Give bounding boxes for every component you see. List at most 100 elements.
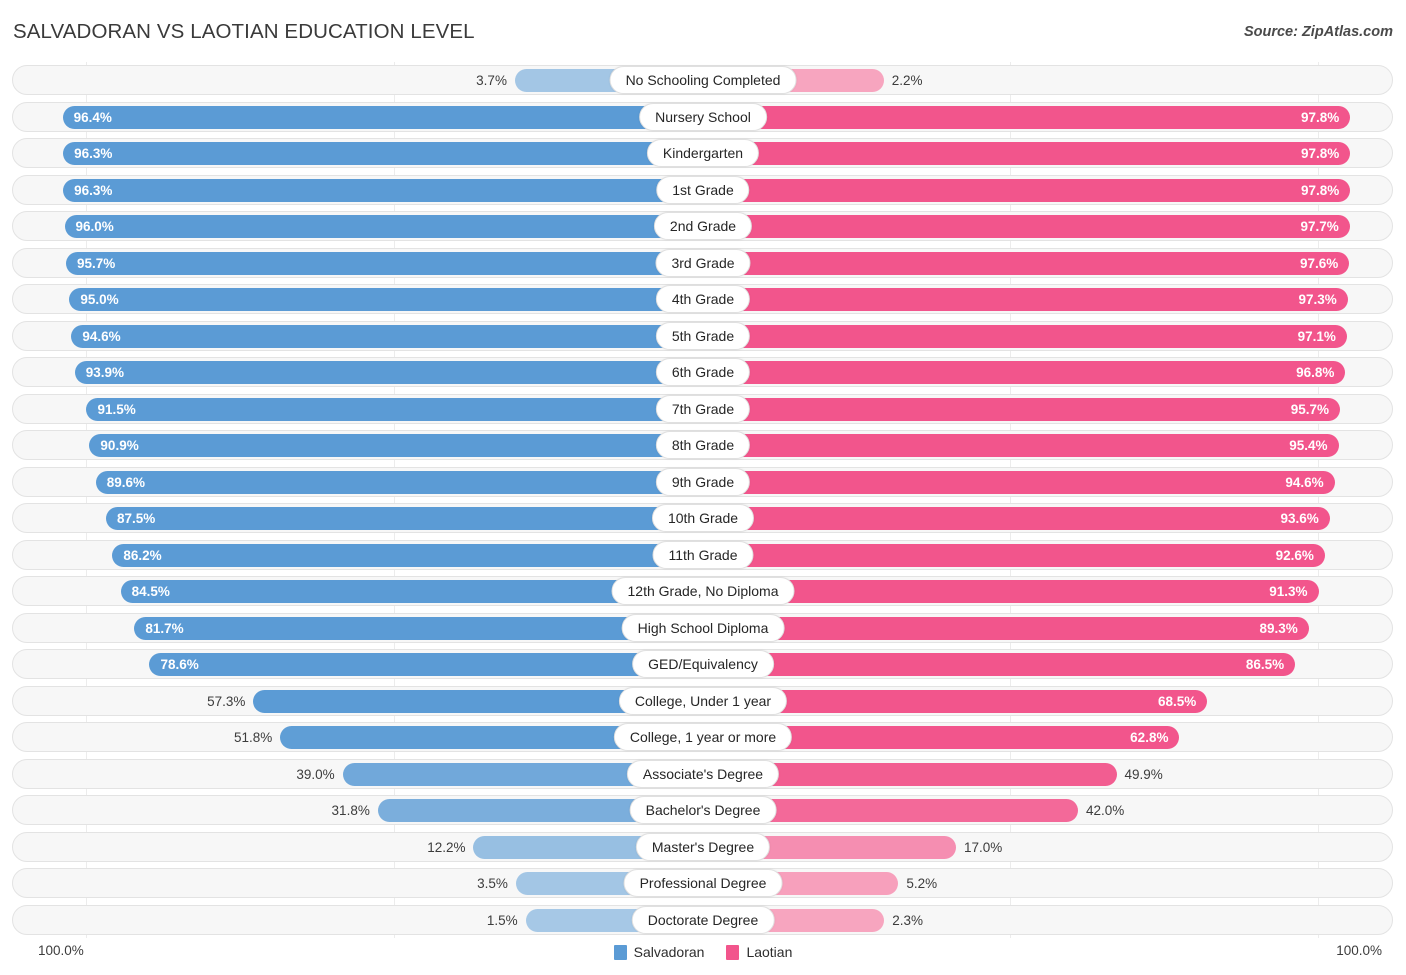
bar-row: 96.3% 97.8% Kindergarten bbox=[0, 135, 1406, 172]
bar-laotian[interactable]: 97.3% bbox=[703, 288, 1348, 311]
category-label[interactable]: 9th Grade bbox=[655, 467, 751, 496]
bar-row: 86.2% 92.6% 11th Grade bbox=[0, 537, 1406, 574]
bar-value-laotian: 2.3% bbox=[892, 912, 923, 928]
bar-value-salvadoran: 91.5% bbox=[97, 401, 136, 417]
bar-row: 51.8% 62.8% College, 1 year or more bbox=[0, 719, 1406, 756]
category-label[interactable]: High School Diploma bbox=[621, 613, 785, 642]
bar-laotian[interactable]: 97.8% bbox=[703, 178, 1351, 202]
category-label[interactable]: 4th Grade bbox=[655, 285, 751, 313]
bar-value-salvadoran: 96.3% bbox=[74, 146, 113, 161]
bar-laotian[interactable]: 95.7% bbox=[703, 397, 1341, 421]
bar-value-laotian: 49.9% bbox=[1124, 766, 1163, 782]
bar-row: 90.9% 95.4% 8th Grade bbox=[0, 427, 1406, 464]
category-label[interactable]: 5th Grade bbox=[655, 321, 751, 350]
category-label[interactable]: 10th Grade bbox=[651, 504, 755, 532]
legend-label-laotian: Laotian bbox=[746, 944, 793, 960]
bar-value-laotian: 97.3% bbox=[1298, 292, 1337, 307]
category-label[interactable]: 7th Grade bbox=[655, 394, 751, 423]
bar-value-salvadoran: 51.8% bbox=[233, 730, 273, 745]
bar-value-laotian: 68.5% bbox=[1157, 693, 1197, 709]
bar-laotian[interactable]: 86.5% bbox=[703, 653, 1296, 676]
bar-salvadoran[interactable]: 86.2% bbox=[112, 543, 703, 567]
bar-laotian[interactable]: 97.6% bbox=[703, 251, 1350, 275]
bar-value-salvadoran: 81.7% bbox=[145, 620, 184, 636]
bar-value-laotian: 97.6% bbox=[1300, 255, 1339, 271]
category-label[interactable]: College, 1 year or more bbox=[613, 723, 793, 751]
legend-item-laotian[interactable]: Laotian bbox=[726, 944, 792, 960]
bar-salvadoran[interactable]: 96.4% bbox=[62, 105, 703, 129]
bar-salvadoran[interactable]: 96.3% bbox=[63, 178, 703, 202]
bar-row: 78.6% 86.5% GED/Equivalency bbox=[0, 646, 1406, 683]
bar-row: 95.7% 97.6% 3rd Grade bbox=[0, 245, 1406, 282]
bar-value-salvadoran: 90.9% bbox=[100, 438, 139, 453]
bar-value-laotian: 97.8% bbox=[1300, 109, 1340, 125]
bar-value-laotian: 91.3% bbox=[1269, 584, 1308, 599]
bar-laotian[interactable]: 96.8% bbox=[703, 361, 1346, 384]
bar-laotian[interactable]: 97.8% bbox=[703, 105, 1351, 129]
bar-value-laotian: 89.3% bbox=[1259, 620, 1298, 636]
category-label[interactable]: College, Under 1 year bbox=[618, 686, 788, 715]
bar-row: 1.5% 2.3% Doctorate Degree bbox=[0, 902, 1406, 939]
bar-salvadoran[interactable]: 78.6% bbox=[149, 653, 703, 676]
chart-header: SALVADORAN VS LAOTIAN EDUCATION LEVEL So… bbox=[0, 0, 1406, 62]
category-label[interactable]: 2nd Grade bbox=[653, 212, 753, 240]
bar-salvadoran[interactable]: 96.3% bbox=[63, 142, 703, 165]
bar-value-laotian: 42.0% bbox=[1085, 803, 1125, 818]
bar-row: 81.7% 89.3% High School Diploma bbox=[0, 610, 1406, 647]
category-label[interactable]: Nursery School bbox=[639, 102, 767, 131]
bar-value-laotian: 95.7% bbox=[1290, 401, 1330, 417]
bar-salvadoran[interactable]: 81.7% bbox=[134, 616, 703, 640]
bar-value-laotian: 17.0% bbox=[963, 839, 1003, 855]
bar-value-salvadoran: 39.0% bbox=[296, 766, 335, 782]
bar-value-salvadoran: 89.6% bbox=[106, 474, 146, 490]
category-label[interactable]: No Schooling Completed bbox=[609, 66, 797, 94]
bar-laotian[interactable]: 93.6% bbox=[703, 507, 1330, 530]
bar-value-salvadoran: 96.4% bbox=[73, 109, 112, 125]
bar-salvadoran[interactable]: 90.9% bbox=[89, 434, 703, 457]
category-label[interactable]: Kindergarten bbox=[646, 139, 760, 167]
bar-row: 89.6% 94.6% 9th Grade bbox=[0, 464, 1406, 501]
bar-value-laotian: 62.8% bbox=[1130, 730, 1169, 745]
category-label[interactable]: Bachelor's Degree bbox=[629, 796, 777, 824]
category-label[interactable]: Doctorate Degree bbox=[631, 905, 775, 934]
category-label[interactable]: GED/Equivalency bbox=[632, 650, 774, 678]
bar-row: 96.4% 97.8% Nursery School bbox=[0, 99, 1406, 136]
bar-row: 31.8% 42.0% Bachelor's Degree bbox=[0, 792, 1406, 829]
bar-salvadoran[interactable]: 96.0% bbox=[64, 215, 703, 238]
category-label[interactable]: Associate's Degree bbox=[626, 759, 780, 788]
bar-laotian[interactable]: 94.6% bbox=[703, 470, 1335, 494]
bar-laotian[interactable]: 95.4% bbox=[703, 434, 1339, 457]
bar-laotian[interactable]: 97.8% bbox=[703, 142, 1351, 165]
bar-value-salvadoran: 95.7% bbox=[76, 255, 116, 271]
category-label[interactable]: Master's Degree bbox=[635, 832, 771, 861]
category-label[interactable]: 6th Grade bbox=[655, 358, 751, 386]
bar-salvadoran[interactable]: 89.6% bbox=[95, 470, 703, 494]
bar-row: 39.0% 49.9% Associate's Degree bbox=[0, 756, 1406, 793]
bar-laotian[interactable]: 97.7% bbox=[703, 215, 1350, 238]
bar-value-laotian: 2.2% bbox=[891, 73, 923, 88]
bar-salvadoran[interactable]: 95.0% bbox=[69, 288, 703, 311]
legend-item-salvadoran[interactable]: Salvadoran bbox=[613, 944, 704, 960]
bar-salvadoran[interactable]: 87.5% bbox=[106, 507, 703, 530]
category-label[interactable]: 12th Grade, No Diploma bbox=[611, 577, 795, 605]
bar-laotian[interactable]: 89.3% bbox=[703, 616, 1309, 640]
bar-salvadoran[interactable]: 94.6% bbox=[71, 324, 703, 348]
legend-swatch-laotian bbox=[726, 944, 740, 960]
bar-laotian[interactable]: 97.1% bbox=[703, 324, 1347, 348]
bar-salvadoran[interactable]: 91.5% bbox=[86, 397, 703, 421]
bar-value-laotian: 95.4% bbox=[1289, 438, 1328, 453]
bar-row: 12.2% 17.0% Master's Degree bbox=[0, 829, 1406, 866]
category-label[interactable]: 8th Grade bbox=[655, 431, 751, 459]
category-label[interactable]: 3rd Grade bbox=[655, 248, 751, 277]
bar-salvadoran[interactable]: 95.7% bbox=[65, 251, 703, 275]
bar-salvadoran[interactable]: 93.9% bbox=[74, 361, 703, 384]
category-label[interactable]: Professional Degree bbox=[623, 869, 783, 897]
bar-value-laotian: 97.8% bbox=[1300, 182, 1340, 198]
category-label[interactable]: 11th Grade bbox=[652, 540, 754, 569]
chart-footer: 100.0% 100.0% Salvadoran Laotian bbox=[0, 938, 1406, 975]
bar-laotian[interactable]: 92.6% bbox=[703, 543, 1325, 567]
bar-row: 57.3% 68.5% College, Under 1 year bbox=[0, 683, 1406, 720]
bar-laotian[interactable]: 91.3% bbox=[703, 580, 1319, 603]
category-label[interactable]: 1st Grade bbox=[656, 175, 750, 204]
bar-rows: 3.7% 2.2% No Schooling Completed 96.4% 97.8%… bbox=[0, 62, 1406, 938]
